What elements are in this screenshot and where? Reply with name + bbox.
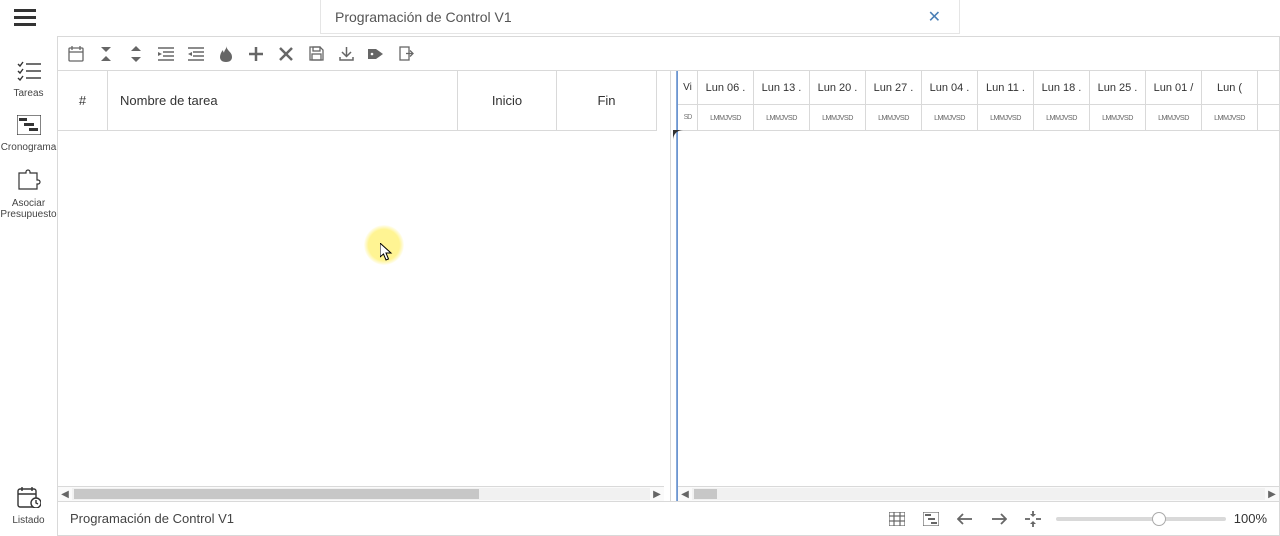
grid-pane: # Nombre de tarea Inicio Fin ◀ ▶ [58,71,670,501]
gantt-week[interactable]: Lun 27 . [866,71,922,104]
nav-back-icon[interactable] [954,508,976,530]
nav-asociar[interactable]: Asociar Presupuesto [3,163,55,230]
gantt-week[interactable]: Lun 11 . [978,71,1034,104]
top-bar: Programación de Control V1 ✕ [0,0,1280,36]
nav-cronograma[interactable]: Cronograma [3,109,55,163]
col-start[interactable]: Inicio [458,71,557,131]
tab-title: Programación de Control V1 [335,9,924,25]
nav-forward-icon[interactable] [988,508,1010,530]
collapse-vert-icon[interactable] [96,44,116,64]
checklist-icon [17,61,41,84]
expand-vert-icon[interactable] [126,44,146,64]
gantt-header: Vi Lun 06 . Lun 13 . Lun 20 . Lun 27 . L… [678,71,1279,131]
exit-icon[interactable] [396,44,416,64]
gantt-weeks-row: Vi Lun 06 . Lun 13 . Lun 20 . Lun 27 . L… [678,71,1279,105]
cursor-icon [380,243,394,264]
gantt-week[interactable]: Lun 13 . [754,71,810,104]
scroll-track[interactable] [692,488,1265,500]
gantt-week[interactable]: Lun 06 . [698,71,754,104]
gantt-days: LMMJVSD [1090,105,1146,130]
gantt-days: LMMJVSD [754,105,810,130]
scroll-track[interactable] [72,488,650,500]
content-split: # Nombre de tarea Inicio Fin ◀ ▶ [58,71,1279,501]
scroll-right-icon[interactable]: ▶ [1265,487,1279,501]
zoom-label: 100% [1234,511,1267,526]
tag-icon[interactable] [366,44,386,64]
nav-center-icon[interactable] [1022,508,1044,530]
zoom-handle[interactable] [1152,512,1166,526]
zoom-slider[interactable] [1056,517,1226,521]
status-title: Programación de Control V1 [70,511,874,526]
grid-header: # Nombre de tarea Inicio Fin [58,71,664,131]
gantt-days: LMMJVSD [1146,105,1202,130]
gantt-days: LMMJVSD [978,105,1034,130]
scroll-left-icon[interactable]: ◀ [58,487,72,501]
cursor-highlight [364,225,404,265]
calendar-icon[interactable] [66,44,86,64]
gantt-days-partial: SD [678,105,698,130]
nav-listado[interactable]: Listado [3,480,55,536]
close-icon[interactable]: ✕ [924,3,945,31]
gantt-days: LMMJVSD [922,105,978,130]
nav-label: Tareas [13,88,43,99]
gantt-week[interactable]: Lun 04 . [922,71,978,104]
gantt-week-partial[interactable]: Vi [678,71,698,104]
delete-icon[interactable] [276,44,296,64]
gantt-days: LMMJVSD [810,105,866,130]
flame-icon[interactable] [216,44,236,64]
left-nav: Tareas Cronograma Asociar Presupuesto Li… [0,55,57,536]
main-panel: # Nombre de tarea Inicio Fin ◀ ▶ [57,36,1280,536]
gantt-week[interactable]: Lun 01 / [1146,71,1202,104]
gantt-days: LMMJVSD [1034,105,1090,130]
puzzle-icon [17,169,41,194]
toolbar [58,37,1279,71]
timeline-handle[interactable] [673,129,683,139]
zoom-control: 100% [1056,511,1267,526]
gantt-icon [17,115,41,138]
nav-label: Cronograma [1,142,57,153]
status-bar: Programación de Control V1 100% [58,501,1279,535]
gantt-week[interactable]: Lun 20 . [810,71,866,104]
save-icon[interactable] [306,44,326,64]
scroll-thumb[interactable] [694,489,717,499]
scroll-thumb[interactable] [74,489,479,499]
nav-label: Listado [12,515,44,526]
gantt-week[interactable]: Lun 25 . [1090,71,1146,104]
gantt-week[interactable]: Lun ( [1202,71,1258,104]
col-number[interactable]: # [58,71,108,131]
scroll-right-icon[interactable]: ▶ [650,487,664,501]
nav-tareas[interactable]: Tareas [3,55,55,109]
gantt-pane: Vi Lun 06 . Lun 13 . Lun 20 . Lun 27 . L… [677,71,1279,501]
view-gantt-icon[interactable] [920,508,942,530]
col-end[interactable]: Fin [557,71,657,131]
gantt-week[interactable]: Lun 18 . [1034,71,1090,104]
gantt-days: LMMJVSD [866,105,922,130]
scroll-left-icon[interactable]: ◀ [678,487,692,501]
grid-body[interactable] [58,131,664,486]
gantt-days-row: SD LMMJVSD LMMJVSD LMMJVSD LMMJVSD LMMJV… [678,105,1279,131]
nav-label: Asociar Presupuesto [0,198,56,220]
download-icon[interactable] [336,44,356,64]
gantt-hscroll[interactable]: ◀ ▶ [678,486,1279,501]
calendar-list-icon [17,486,41,511]
gantt-days: LMMJVSD [698,105,754,130]
hamburger-menu[interactable] [0,0,50,36]
indent-icon[interactable] [156,44,176,64]
grid-hscroll[interactable]: ◀ ▶ [58,486,664,501]
outdent-icon[interactable] [186,44,206,64]
plus-icon[interactable] [246,44,266,64]
col-name[interactable]: Nombre de tarea [108,71,458,131]
gantt-body[interactable] [678,131,1279,486]
document-tab[interactable]: Programación de Control V1 ✕ [320,0,960,34]
view-table-icon[interactable] [886,508,908,530]
gantt-days: LMMJVSD [1202,105,1258,130]
